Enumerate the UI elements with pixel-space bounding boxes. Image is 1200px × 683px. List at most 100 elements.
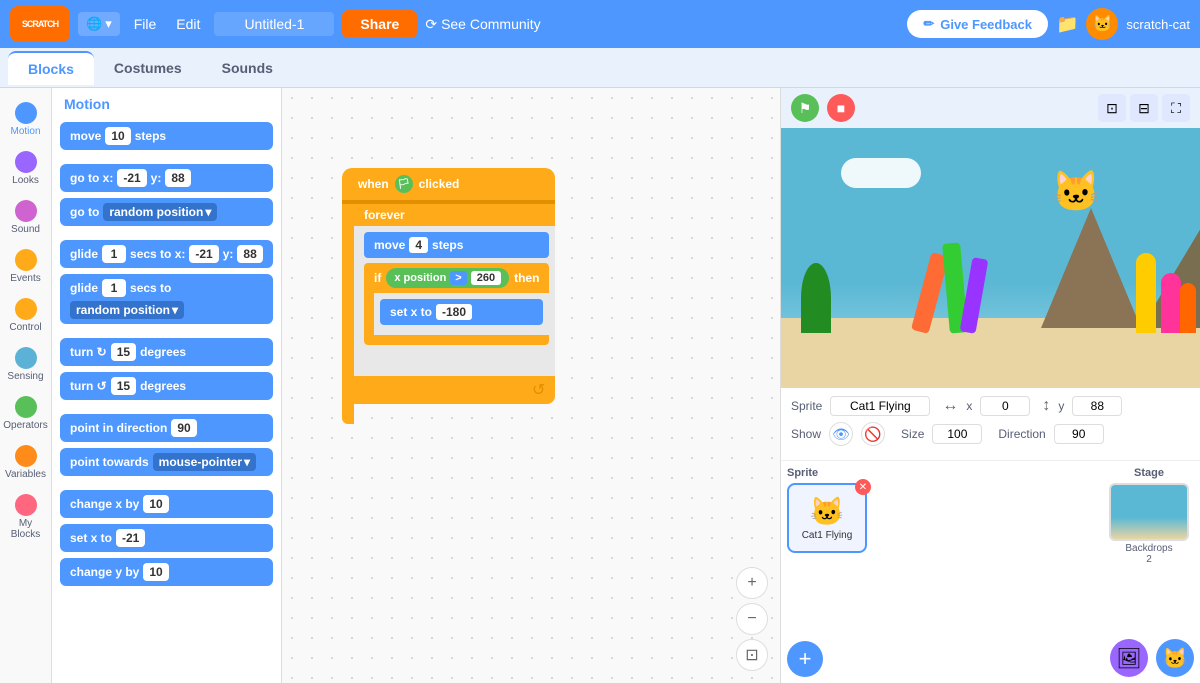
control-dot [15,298,37,320]
forever-body[interactable]: move 4 steps if x position [354,226,555,376]
normal-view-button[interactable]: ⊡ [1098,94,1126,122]
backdrops-label: Backdrops [1125,543,1172,554]
see-community-label: See Community [441,16,541,32]
x-coord-input[interactable] [980,396,1030,416]
folder-icon[interactable]: 📁 [1056,14,1078,35]
sprite-cat-thumb[interactable]: ✕ 🐱 Cat1 Flying [787,483,867,553]
stage-canvas: 🐱 [781,128,1200,388]
code-block-group[interactable]: when 🏳 clicked forever mov [342,168,555,424]
add-sprite-button[interactable]: + [787,641,823,677]
backdrop-action-button[interactable]: 🖼 [1110,639,1148,677]
username-label[interactable]: scratch-cat [1126,17,1190,32]
globe-icon: 🌐 [86,16,102,32]
looks-label: Looks [12,175,39,186]
sidebar-item-sound[interactable]: Sound [2,194,50,241]
zoom-in-button[interactable]: + [736,567,768,599]
flag-icon: ⚑ [799,100,812,117]
block-turn-ccw[interactable]: turn ↺ 15 degrees [60,372,273,400]
avatar-emoji: 🐱 [1092,14,1112,34]
cond-val[interactable]: 260 [471,271,501,285]
sprite-info-row-1: Sprite ↔ x ↕ y [791,396,1190,416]
motion-dot [15,102,37,124]
sidebar-item-control[interactable]: Control [2,292,50,339]
set-x-block[interactable]: set x to -180 [380,299,543,325]
if-mouth[interactable]: set x to -180 [374,293,549,335]
user-avatar[interactable]: 🐱 [1086,8,1118,40]
sprite-delete-button[interactable]: ✕ [855,479,871,495]
variables-label: Variables [5,469,46,480]
globe-menu[interactable]: 🌐 ▾ [78,12,120,36]
scene-tree [801,263,831,333]
zoom-out-button[interactable]: − [736,603,768,635]
file-menu[interactable]: File [128,16,163,32]
show-visible-button[interactable]: 👁 [829,422,853,446]
edit-menu[interactable]: Edit [170,16,206,32]
block-set-x[interactable]: set x to -21 [60,524,273,552]
myblocks-label: My Blocks [6,518,46,540]
stage-thumb[interactable] [1109,483,1189,541]
block-point-direction[interactable]: point in direction 90 [60,414,273,442]
zoom-controls: + − ⊡ [736,567,768,671]
sidebar-item-looks[interactable]: Looks [2,145,50,192]
sidebar-item-operators[interactable]: Operators [2,390,50,437]
blocks-category-title: Motion [60,96,273,112]
if-left-arm [364,293,374,335]
stop-icon: ■ [837,100,845,116]
block-change-x[interactable]: change x by 10 [60,490,273,518]
tab-blocks[interactable]: Blocks [8,51,94,85]
scratch-logo[interactable]: SCRATCH [10,6,70,42]
code-area[interactable]: when 🏳 clicked forever mov [282,88,780,683]
if-bottom [364,335,549,345]
move-block[interactable]: move 4 steps [364,232,549,258]
y-coord-label: y [1058,399,1064,413]
set-x-val[interactable]: -180 [436,304,472,320]
forever-block[interactable]: forever move 4 steps [342,204,555,424]
show-hidden-button[interactable]: 🚫 [861,422,885,446]
stage-view-buttons: ⊡ ⊟ ⛶ [1098,94,1190,122]
forever-label-block: forever [354,204,555,226]
fullscreen-button[interactable]: ⛶ [1162,94,1190,122]
size-input[interactable] [932,424,982,444]
share-button[interactable]: Share [342,10,417,38]
motion-label: Motion [10,126,40,137]
hat-block-when-clicked[interactable]: when 🏳 clicked [342,168,555,204]
block-goto-xy[interactable]: go to x: -21 y: 88 [60,164,273,192]
small-view-button[interactable]: ⊟ [1130,94,1158,122]
stop-button[interactable]: ■ [827,94,855,122]
green-flag-button[interactable]: ⚑ [791,94,819,122]
y-coord-input[interactable] [1072,396,1122,416]
block-move-steps[interactable]: move 10 steps [60,122,273,150]
sprite-thumb-label: Cat1 Flying [802,530,853,541]
block-goto-random[interactable]: go to random position ▾ [60,198,273,226]
category-sidebar: Motion Looks Sound Events Control Sensin… [0,88,52,683]
give-feedback-button[interactable]: ✏ Give Feedback [907,10,1048,38]
sidebar-item-sensing[interactable]: Sensing [2,341,50,388]
condition-block[interactable]: x position > 260 [386,268,509,288]
block-point-towards[interactable]: point towards mouse-pointer ▾ [60,448,273,476]
block-change-y[interactable]: change y by 10 [60,558,273,586]
if-block[interactable]: if x position > 260 then [364,263,549,345]
sidebar-item-events[interactable]: Events [2,243,50,290]
x-coord-label: x [966,399,972,413]
tab-sounds[interactable]: Sounds [202,52,293,84]
top-nav: SCRATCH 🌐 ▾ File Edit Untitled-1 Share ⟳… [0,0,1200,48]
show-label: Show [791,427,821,441]
forever-contents: forever move 4 steps [354,204,555,424]
direction-input[interactable] [1054,424,1104,444]
zoom-fit-button[interactable]: ⊡ [736,639,768,671]
block-turn-cw[interactable]: turn ↻ 15 degrees [60,338,273,366]
green-flag-icon: 🏳 [395,175,413,193]
operator-gt[interactable]: > [450,271,466,285]
stage-section-title: Stage [1104,467,1194,479]
sprite-action-button[interactable]: 🐱 [1156,639,1194,677]
tab-costumes[interactable]: Costumes [94,52,202,84]
sidebar-item-variables[interactable]: Variables [2,439,50,486]
sprites-section: Sprite ✕ 🐱 Cat1 Flying [787,467,1098,677]
block-glide-xy[interactable]: glide 1 secs to x: -21 y: 88 [60,240,273,268]
project-title[interactable]: Untitled-1 [214,12,334,36]
block-glide-random[interactable]: glide 1 secs to random position ▾ [60,274,273,324]
see-community-link[interactable]: ⟳ See Community [425,16,540,33]
sidebar-item-myblocks[interactable]: My Blocks [2,488,50,546]
sprite-name-input[interactable] [830,396,930,416]
sidebar-item-motion[interactable]: Motion [2,96,50,143]
